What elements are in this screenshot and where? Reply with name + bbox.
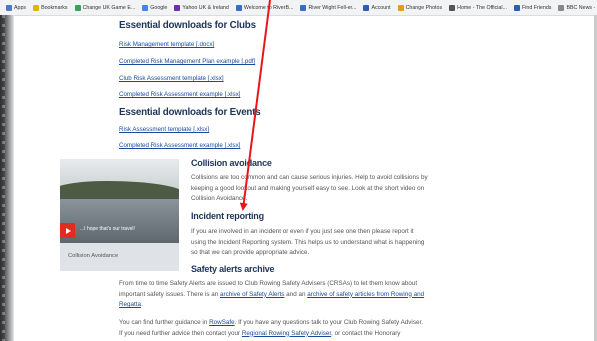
arrow-line [239,0,271,211]
red-annotation-arrow [239,0,271,211]
